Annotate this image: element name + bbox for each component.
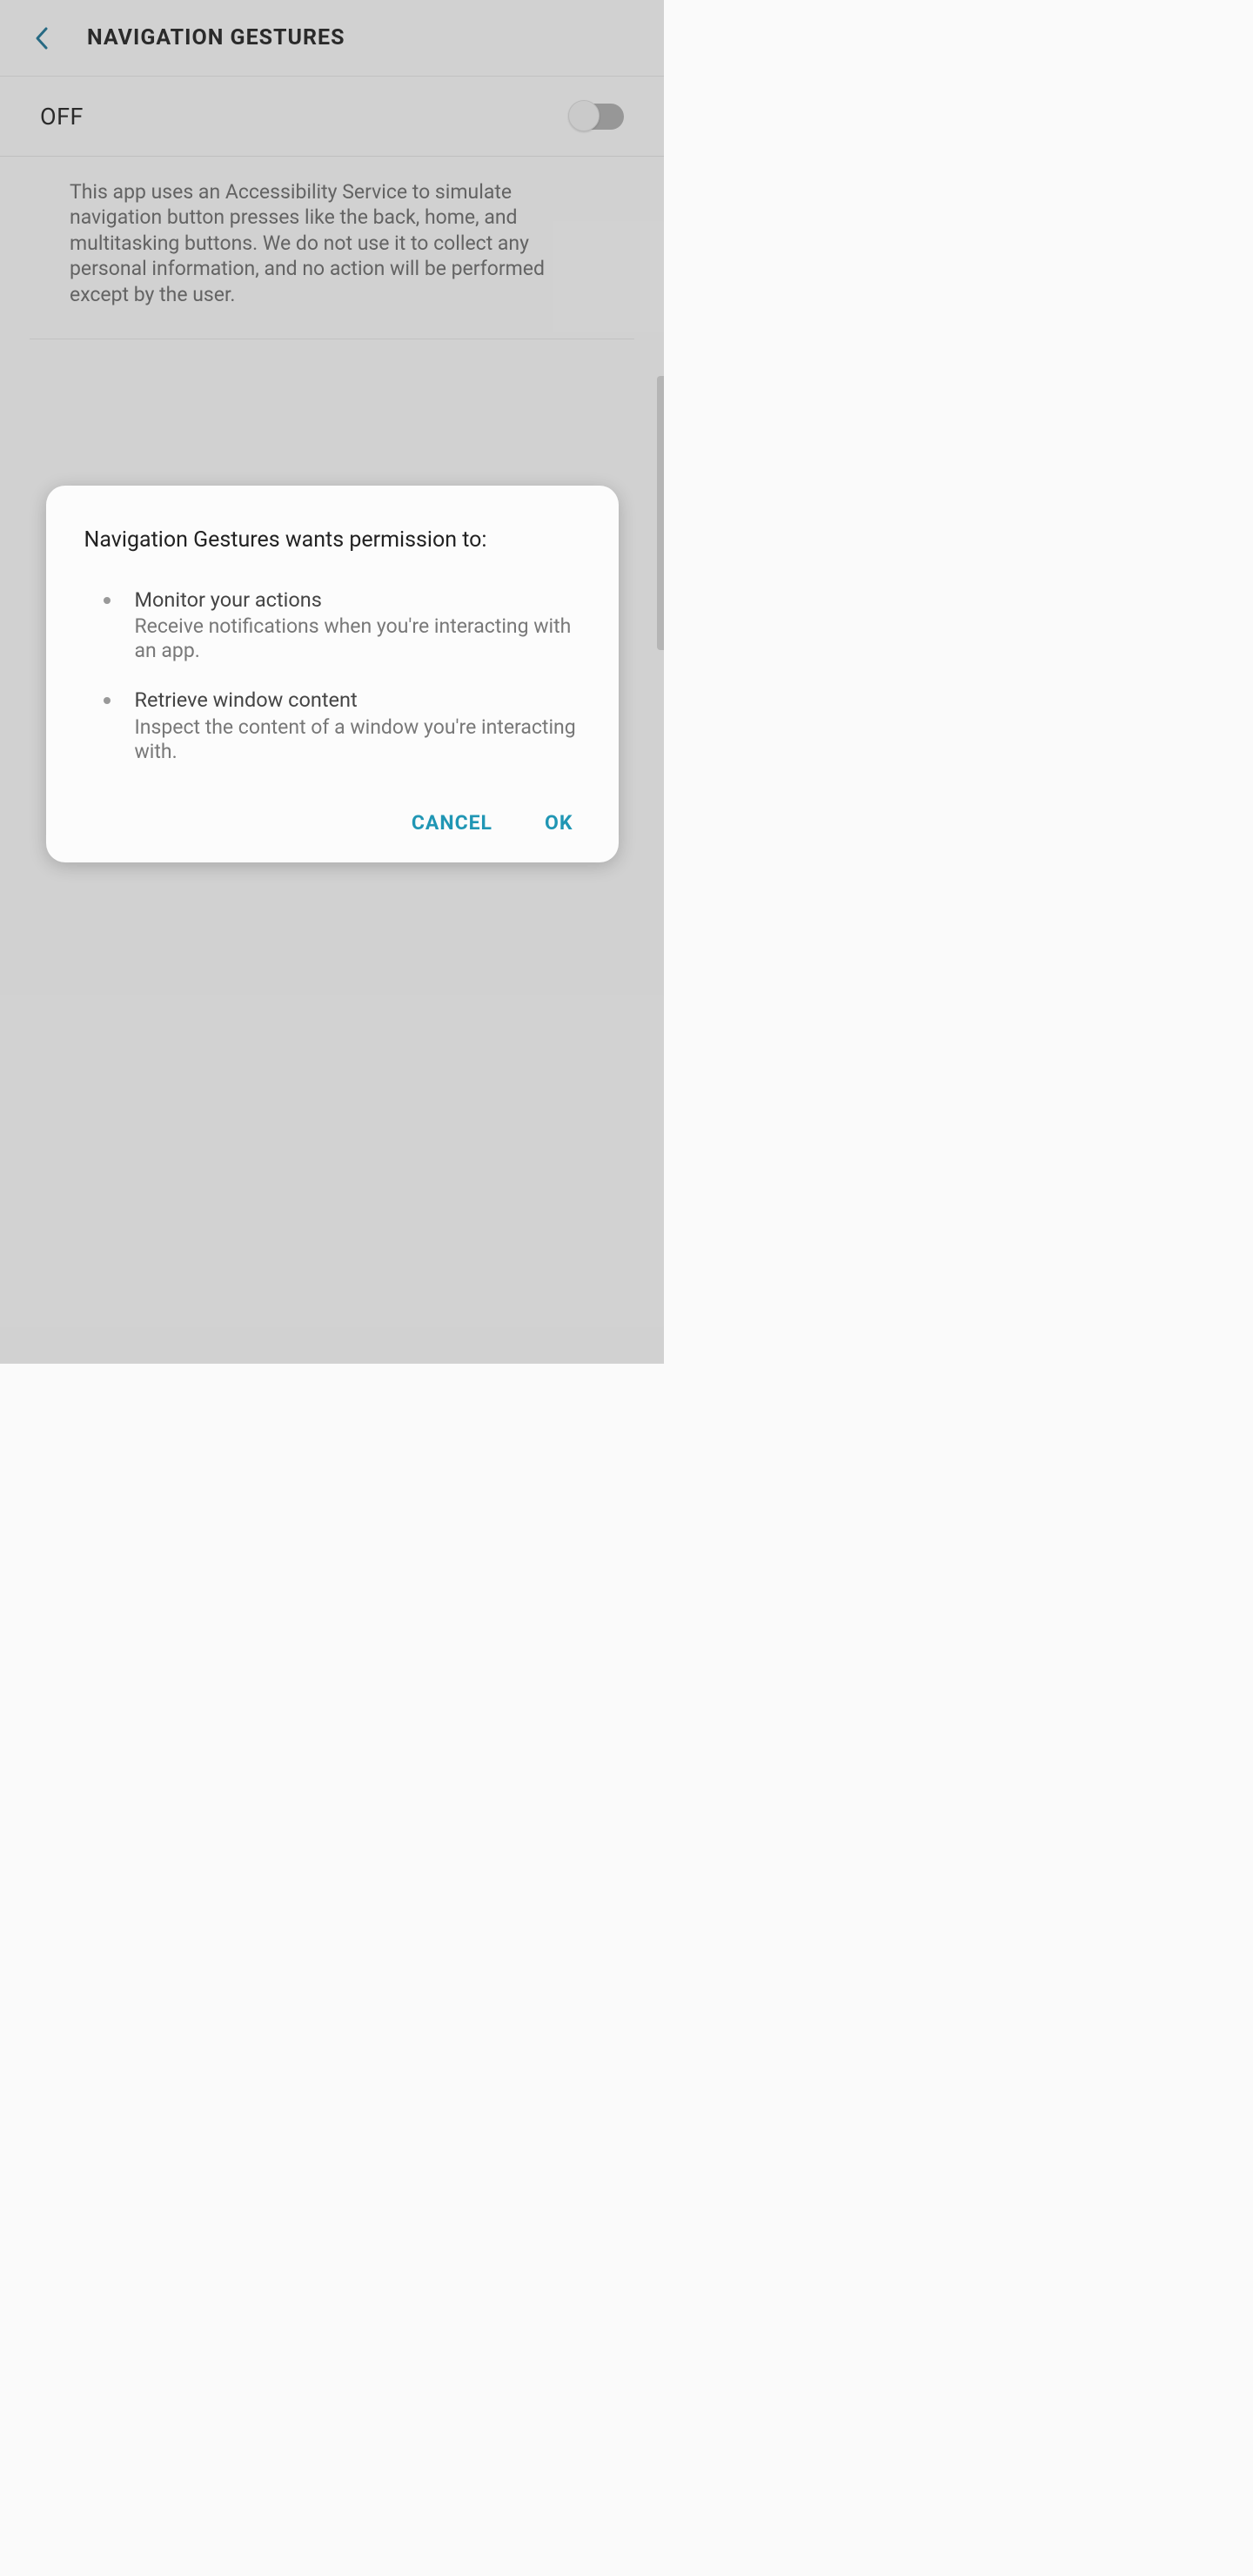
permission-description: Inspect the content of a window you're i…	[135, 715, 580, 764]
permission-content: Retrieve window content Inspect the cont…	[135, 688, 580, 763]
permission-item: Monitor your actions Receive notificatio…	[104, 587, 580, 663]
ok-button[interactable]: OK	[541, 804, 576, 842]
dialog-backdrop: Navigation Gestures wants permission to:…	[0, 0, 664, 1364]
permission-description: Receive notifications when you're intera…	[135, 614, 580, 663]
permission-list: Monitor your actions Receive notificatio…	[84, 587, 580, 764]
dialog-actions: CANCEL OK	[84, 804, 580, 842]
bullet-icon	[104, 597, 111, 604]
permission-dialog: Navigation Gestures wants permission to:…	[46, 486, 619, 862]
dialog-title: Navigation Gestures wants permission to:	[84, 527, 580, 553]
bullet-icon	[104, 697, 111, 704]
cancel-button[interactable]: CANCEL	[408, 804, 496, 842]
permission-content: Monitor your actions Receive notificatio…	[135, 587, 580, 663]
permission-item: Retrieve window content Inspect the cont…	[104, 688, 580, 763]
permission-title: Retrieve window content	[135, 688, 580, 713]
permission-title: Monitor your actions	[135, 587, 580, 613]
